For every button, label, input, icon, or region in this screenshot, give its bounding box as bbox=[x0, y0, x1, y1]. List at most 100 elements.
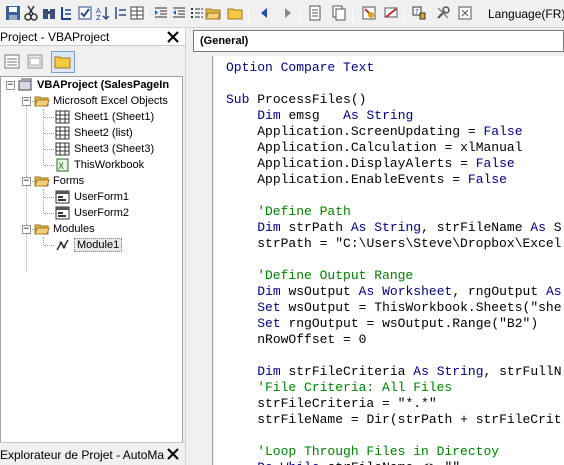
properties-title: Explorateur de Projet - AutoMa bbox=[0, 448, 165, 462]
object-dropdown-value: (General) bbox=[200, 35, 249, 47]
outdent-icon[interactable] bbox=[170, 4, 188, 22]
svg-text:X: X bbox=[58, 162, 64, 172]
tree-label-modules: Modules bbox=[53, 223, 95, 235]
grid-icon[interactable] bbox=[128, 4, 146, 22]
tree-item-sheet1[interactable]: Sheet1 (Sheet1) bbox=[55, 109, 154, 125]
settings-icon[interactable] bbox=[456, 4, 474, 22]
check-icon[interactable] bbox=[76, 4, 94, 22]
code-line[interactable]: Do While strFileName <> "" bbox=[226, 460, 460, 465]
userform-icon bbox=[55, 190, 70, 204]
sort-icon[interactable]: AZ bbox=[94, 4, 112, 22]
open-folder-icon bbox=[34, 224, 50, 235]
code-line[interactable]: Application.ScreenUpdating = False bbox=[226, 124, 522, 140]
toggle-folders-icon[interactable] bbox=[51, 51, 75, 73]
view-code-icon[interactable] bbox=[3, 53, 23, 71]
forward-icon[interactable] bbox=[278, 4, 296, 22]
tree-label-sheet1: Sheet1 (Sheet1) bbox=[74, 111, 155, 123]
sheet-icon bbox=[55, 126, 70, 140]
svg-text:Z: Z bbox=[96, 14, 101, 21]
code-line[interactable]: Set rngOutput = wsOutput.Range("B2") bbox=[226, 316, 538, 332]
language-label[interactable]: Language(FR) bbox=[488, 7, 564, 21]
tree-item-vbaproject[interactable]: VBAProject (SalesPageIn bbox=[18, 77, 169, 93]
standard-toolbar: AZ ? Language(FR) bbox=[0, 0, 564, 28]
code-line[interactable]: Application.EnableEvents = False bbox=[226, 172, 507, 188]
copy-icon[interactable] bbox=[330, 4, 348, 22]
code-line[interactable]: Dim strFileCriteria As String, strFullN bbox=[226, 364, 561, 380]
code-line[interactable]: nRowOffset = 0 bbox=[226, 332, 366, 348]
tree-item-sheet3[interactable]: Sheet3 (Sheet3) bbox=[55, 141, 154, 157]
save-icon[interactable] bbox=[4, 4, 22, 22]
tree-label-module1: Module1 bbox=[74, 238, 123, 252]
open-folder-icon[interactable] bbox=[204, 4, 222, 22]
tree-label-sheet2: Sheet2 (list) bbox=[74, 127, 133, 139]
back-icon[interactable] bbox=[256, 4, 274, 22]
project-explorer-toolbar bbox=[0, 48, 185, 95]
binoculars-icon[interactable] bbox=[40, 4, 58, 22]
tree-label-excel-objects: Microsoft Excel Objects bbox=[53, 95, 168, 107]
margin-indicator-bar[interactable] bbox=[193, 56, 213, 465]
code-window: (General) Option Compare Text Sub Process… bbox=[191, 28, 564, 465]
code-line[interactable]: Application.DisplayAlerts = False bbox=[226, 156, 514, 172]
sheet-icon bbox=[55, 142, 70, 156]
tree-label-userform2: UserForm2 bbox=[74, 207, 130, 219]
collapse-toggle[interactable]: − bbox=[6, 81, 15, 90]
collapse-toggle[interactable]: − bbox=[22, 97, 31, 106]
code-line[interactable]: strFileName = Dir(strPath + strFileCrit bbox=[226, 412, 561, 428]
code-line[interactable]: 'Loop Through Files in Directoy bbox=[226, 444, 499, 460]
code-line[interactable]: Sub ProcessFiles() bbox=[226, 92, 366, 108]
view-object-icon[interactable] bbox=[26, 53, 46, 71]
object-browser-icon[interactable] bbox=[360, 4, 378, 22]
collapse-toggle[interactable]: − bbox=[22, 177, 31, 186]
tree-label-thisworkbook: ThisWorkbook bbox=[74, 159, 145, 171]
userform-icon bbox=[55, 206, 70, 220]
project-icon[interactable]: ? bbox=[410, 4, 428, 22]
tree-item-forms[interactable]: Forms bbox=[34, 173, 84, 189]
code-line[interactable]: Option Compare Text bbox=[226, 60, 374, 76]
svg-text:?: ? bbox=[415, 8, 419, 16]
workbook-icon: X bbox=[56, 158, 69, 172]
clear-icon[interactable] bbox=[382, 4, 400, 22]
sub-icon[interactable] bbox=[58, 4, 76, 22]
project-explorer: Project - VBAProject − VBAProject (Sales… bbox=[0, 28, 185, 465]
tree-label-root: VBAProject (SalesPageIn bbox=[37, 79, 170, 91]
project-explorer-header: Project - VBAProject bbox=[0, 28, 185, 46]
tree-item-thisworkbook[interactable]: X ThisWorkbook bbox=[55, 157, 144, 173]
project-explorer-title: Project - VBAProject bbox=[0, 30, 110, 44]
module-icon bbox=[56, 239, 69, 251]
file-icon[interactable] bbox=[306, 4, 324, 22]
tree-item-userform2[interactable]: UserForm2 bbox=[55, 205, 129, 221]
sheet-icon bbox=[55, 110, 70, 124]
tree-item-excel-objects[interactable]: Microsoft Excel Objects bbox=[34, 93, 168, 109]
code-line[interactable]: strPath = "C:\Users\Steve\Dropbox\Excel bbox=[226, 236, 561, 252]
open-folder-icon bbox=[34, 176, 50, 187]
tree-item-userform1[interactable]: UserForm1 bbox=[55, 189, 129, 205]
project-tree: − VBAProject (SalesPageIn − Microsoft Ex… bbox=[0, 76, 183, 461]
tree-label-sheet3: Sheet3 (Sheet3) bbox=[74, 143, 155, 155]
collapse-toggle[interactable]: − bbox=[22, 225, 31, 234]
indent-icon[interactable] bbox=[152, 4, 170, 22]
code-line[interactable]: 'Define Path bbox=[226, 204, 351, 220]
tree-label-userform1: UserForm1 bbox=[74, 191, 130, 203]
tools-icon[interactable] bbox=[434, 4, 452, 22]
code-line[interactable]: 'File Criteria: All Files bbox=[226, 380, 452, 396]
code-line[interactable]: Dim strPath As String, strFileName As S bbox=[226, 220, 561, 236]
code-editor[interactable]: Option Compare Text Sub ProcessFiles() Di… bbox=[214, 56, 564, 465]
object-dropdown[interactable]: (General) bbox=[193, 30, 564, 52]
code-line[interactable]: strFileCriteria = "*.*" bbox=[226, 396, 436, 412]
code-line[interactable]: Dim wsOutput As Worksheet, rngOutput As bbox=[226, 284, 561, 300]
code-line[interactable]: Application.Calculation = xlManual bbox=[226, 140, 522, 156]
tree-item-sheet2[interactable]: Sheet2 (list) bbox=[55, 125, 133, 141]
code-line[interactable]: Dim emsg As String bbox=[226, 108, 413, 124]
code-line[interactable]: 'Define Output Range bbox=[226, 268, 413, 284]
tree-item-modules[interactable]: Modules bbox=[34, 221, 95, 237]
cut-icon[interactable] bbox=[22, 4, 40, 22]
close-icon[interactable] bbox=[165, 446, 181, 462]
tree-label-forms: Forms bbox=[53, 175, 85, 187]
properties-header: Explorateur de Projet - AutoMa bbox=[0, 442, 185, 465]
tree-item-module1[interactable]: Module1 bbox=[55, 237, 123, 253]
code-line[interactable]: Set wsOutput = ThisWorkbook.Sheets("she bbox=[226, 300, 561, 316]
close-icon[interactable] bbox=[165, 29, 181, 45]
folder-icon[interactable] bbox=[226, 4, 244, 22]
vba-project-icon bbox=[18, 78, 32, 91]
open-folder-icon bbox=[34, 96, 50, 107]
